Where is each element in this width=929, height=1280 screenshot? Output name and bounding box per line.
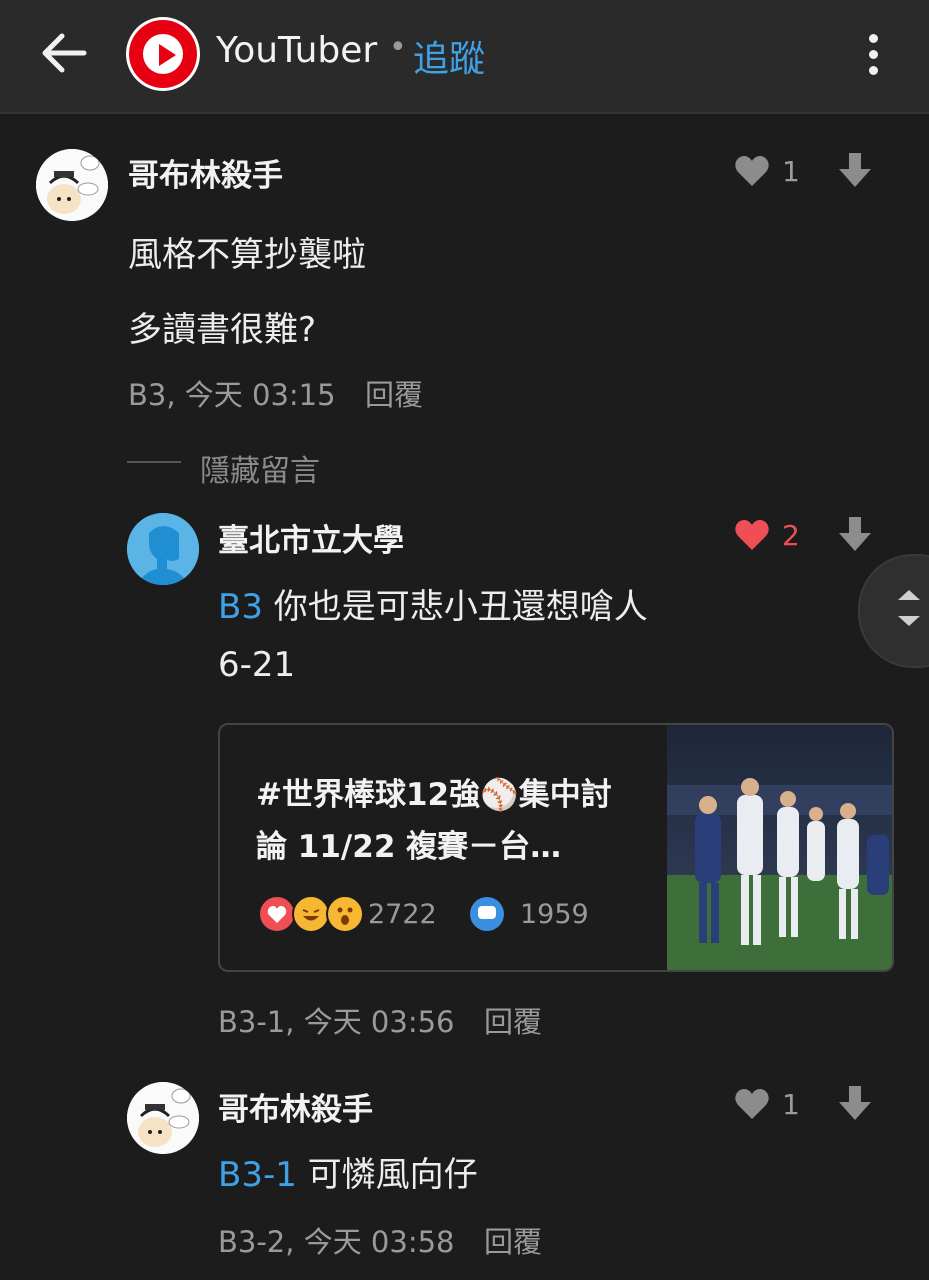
reply-button[interactable]: 回覆 [484, 1219, 542, 1261]
baseball-photo-thumbnail [667, 725, 892, 970]
card-title: #世界棒球12強⚾集中討論 11/22 複賽－台… [256, 777, 612, 865]
like-count: 1 [782, 155, 800, 188]
comment-text-body: 你也是可悲小丑還想嗆人 [273, 587, 648, 627]
divider [127, 461, 181, 463]
comment-text: 多讀書很難? [128, 310, 317, 350]
floor-tag-link[interactable]: B3-1 [218, 1155, 297, 1195]
avatar[interactable] [36, 149, 108, 221]
heart-icon[interactable] [734, 155, 770, 187]
avatar[interactable] [127, 1082, 199, 1154]
comment-text-body: 可憐風向仔 [307, 1155, 478, 1195]
reply-button[interactable]: 回覆 [365, 372, 423, 414]
like-count: 1 [782, 1088, 800, 1121]
comment-username[interactable]: 臺北市立大學 [218, 515, 404, 560]
comment-username[interactable]: 哥布林殺手 [218, 1084, 373, 1129]
top-app-bar: YouTuber • 追蹤 [0, 0, 929, 114]
comment-text: B3-1 可憐風向仔 [218, 1147, 478, 1196]
comment-text: B3 你也是可悲小丑還想嗆人 [218, 579, 648, 628]
comment-floor-time: B3, 今天 03:15 [128, 378, 336, 412]
link-preview-card[interactable]: #世界棒球12強⚾集中討論 11/22 複賽－台… 2722 1959 [218, 723, 894, 972]
wow-reaction-icon [326, 895, 364, 933]
like-count: 2 [782, 519, 800, 552]
back-arrow-icon[interactable] [38, 30, 88, 76]
follow-button[interactable]: 追蹤 [413, 30, 485, 82]
laugh-reaction-icon [292, 895, 330, 933]
channel-title[interactable]: YouTuber [216, 30, 377, 71]
heart-icon[interactable] [734, 1088, 770, 1120]
reply-button[interactable]: 回覆 [484, 999, 542, 1041]
title-separator: • [389, 30, 407, 65]
scroll-up-down-icon [898, 590, 920, 626]
comment-bubble-icon [470, 897, 504, 931]
downvote-icon[interactable] [838, 153, 872, 189]
comment-floor-time: B3-2, 今天 03:58 [218, 1225, 455, 1259]
comment-floor-time: B3-1, 今天 03:56 [218, 1005, 455, 1039]
hide-comments-button[interactable]: 隱藏留言 [200, 446, 320, 490]
reaction-count: 2722 [368, 899, 437, 930]
downvote-icon[interactable] [838, 517, 872, 553]
downvote-icon[interactable] [838, 1086, 872, 1122]
floor-tag-link[interactable]: B3 [218, 587, 263, 627]
comment-text: 6-21 [218, 645, 296, 685]
scroll-up-down-button[interactable] [858, 554, 929, 668]
avatar[interactable] [127, 513, 199, 585]
heart-icon[interactable] [734, 519, 770, 551]
comment-username[interactable]: 哥布林殺手 [128, 150, 283, 195]
youtube-logo-icon[interactable] [126, 17, 200, 91]
heart-reaction-icon [258, 895, 296, 933]
avatar-image [36, 149, 108, 221]
card-comment-count: 1959 [520, 899, 589, 930]
more-vert-icon[interactable] [860, 30, 888, 78]
avatar-image [127, 513, 199, 585]
avatar-image [127, 1082, 199, 1154]
comment-text: 風格不算抄襲啦 [128, 235, 366, 275]
